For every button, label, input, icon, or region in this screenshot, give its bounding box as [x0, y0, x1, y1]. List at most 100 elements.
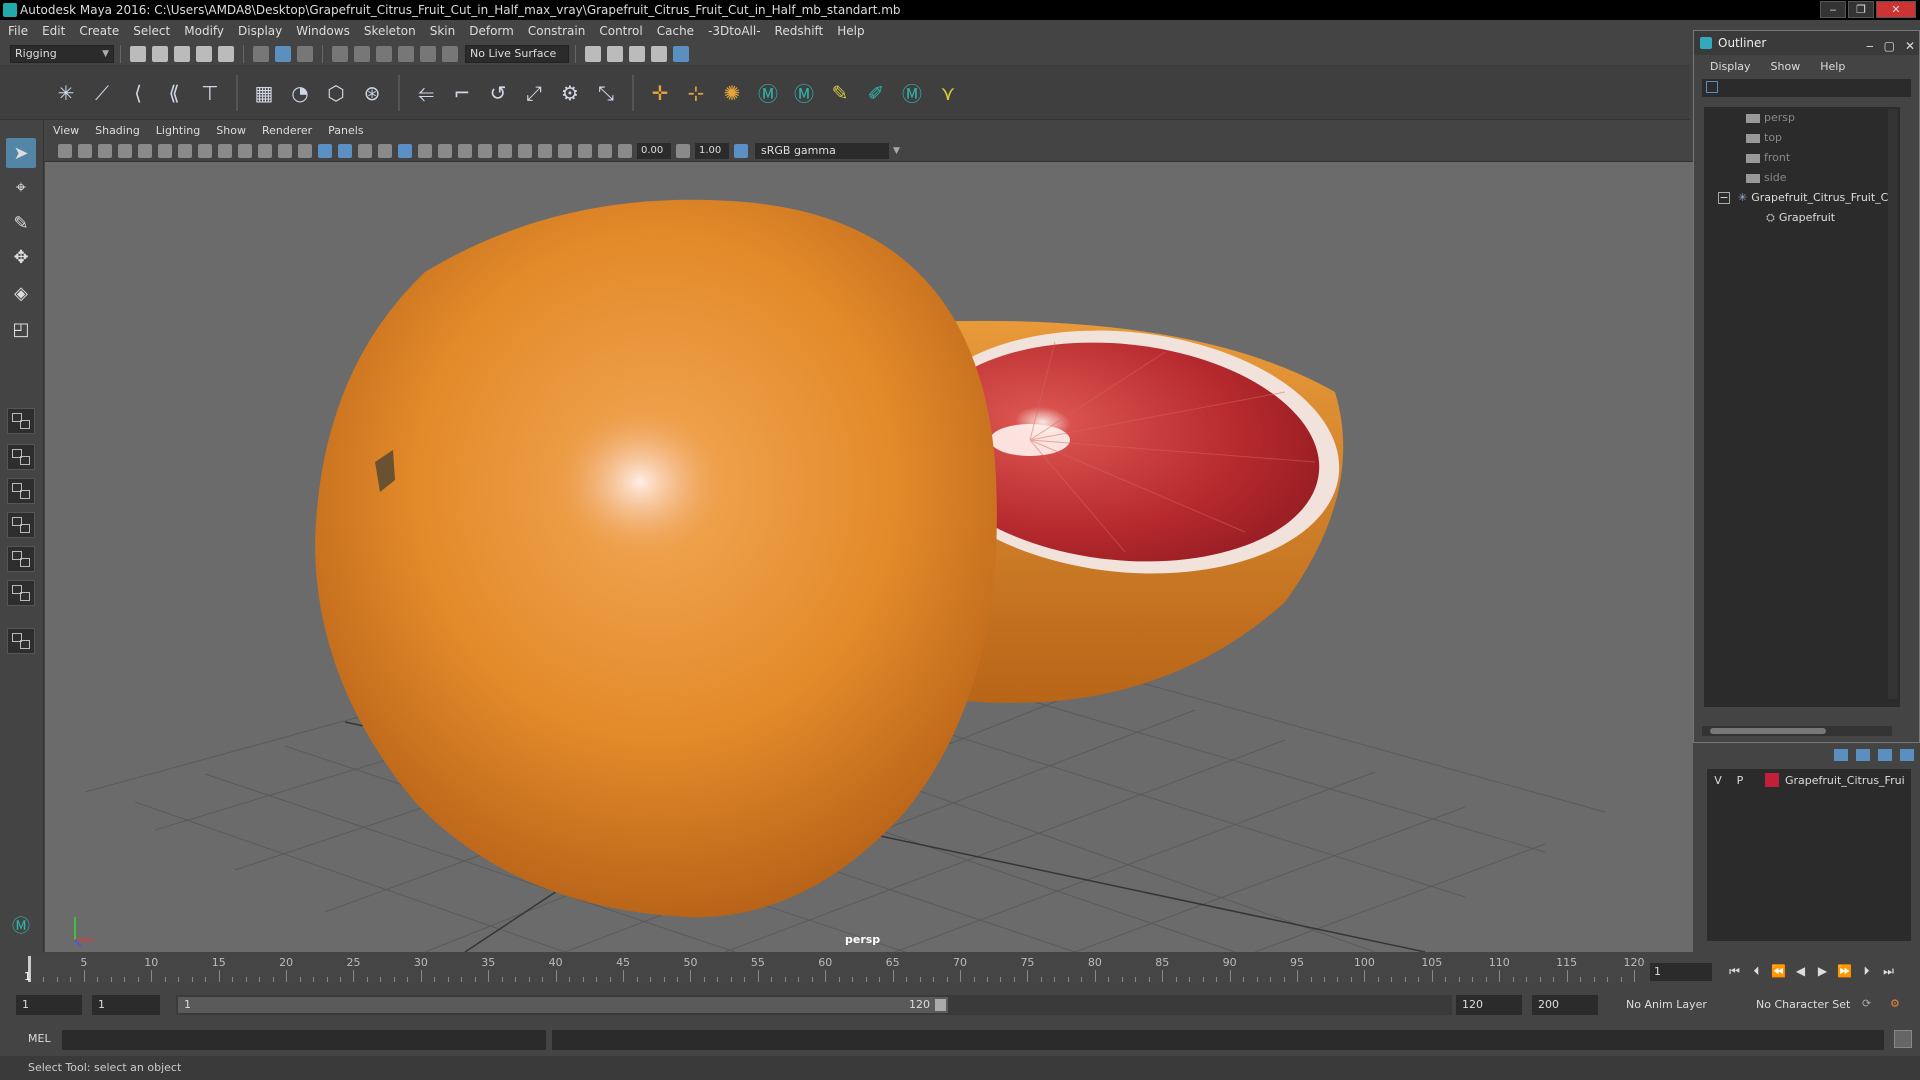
- outliner-vertical-scrollbar[interactable]: [1888, 109, 1898, 699]
- outliner-search-field[interactable]: [1702, 79, 1911, 97]
- field-chart-icon[interactable]: [258, 143, 272, 158]
- snap-curve-icon[interactable]: [354, 45, 370, 62]
- live-surface-field[interactable]: No Live Surface: [465, 44, 569, 63]
- move-layer-down-icon[interactable]: [1856, 749, 1870, 761]
- film-gate-icon[interactable]: [198, 143, 212, 158]
- character-controls-icon[interactable]: Ⓜ: [790, 79, 818, 107]
- hypershade-layout-icon[interactable]: [7, 580, 35, 606]
- panel-menu-show[interactable]: Show: [216, 124, 246, 137]
- go-to-start-icon[interactable]: ⏮: [1726, 963, 1743, 980]
- select-object-icon[interactable]: [275, 45, 291, 62]
- layer-name[interactable]: Grapefruit_Citrus_Frui: [1785, 774, 1905, 787]
- panel-menu-lighting[interactable]: Lighting: [156, 124, 200, 137]
- depth-of-field-icon[interactable]: [518, 143, 532, 158]
- rotate-tool-icon[interactable]: ◈: [6, 278, 36, 308]
- snap-surface-icon[interactable]: [420, 45, 436, 62]
- new-layer-icon[interactable]: [1878, 749, 1892, 761]
- insert-joint-icon[interactable]: ⟪: [160, 79, 188, 107]
- playback-start-field[interactable]: 1: [92, 995, 160, 1015]
- image-plane-icon[interactable]: [118, 143, 132, 158]
- wireframe-on-shaded-icon[interactable]: [378, 143, 392, 158]
- go-to-end-icon[interactable]: ⏭: [1880, 963, 1897, 980]
- xray-joints-icon[interactable]: [578, 143, 592, 158]
- persp-graph-layout-icon[interactable]: [7, 546, 35, 572]
- aim-constraint-icon[interactable]: ↺: [484, 79, 512, 107]
- menu-control[interactable]: Control: [599, 24, 642, 38]
- step-forward-frame-icon[interactable]: ⏵: [1858, 963, 1875, 980]
- render-view-icon[interactable]: [673, 45, 689, 62]
- panel-menu-view[interactable]: View: [53, 124, 79, 137]
- time-slider[interactable]: 5 10 15 20 25 30 35 40 45 50 55 60 65 70 75 80 85 90 95 100…: [0, 952, 1920, 986]
- point-constraint-icon[interactable]: ⌐: [448, 79, 476, 107]
- collapse-toggle[interactable]: −: [1718, 192, 1730, 204]
- redo-icon[interactable]: [218, 45, 234, 62]
- menu-modify[interactable]: Modify: [184, 24, 224, 38]
- panel-menu-panels[interactable]: Panels: [328, 124, 363, 137]
- xray-icon[interactable]: [558, 143, 572, 158]
- exposure-field[interactable]: 0.00: [637, 142, 671, 159]
- menu-redshift[interactable]: Redshift: [775, 24, 824, 38]
- auto-key-icon[interactable]: ⟳: [1862, 997, 1871, 1010]
- snap-point-icon[interactable]: [376, 45, 392, 62]
- outliner-item-grapefruit[interactable]: ⛭ Grapefruit: [1766, 209, 1835, 227]
- grid-toggle-icon[interactable]: [178, 143, 192, 158]
- outliner-menu-display[interactable]: Display: [1710, 60, 1751, 73]
- animation-end-field[interactable]: 200: [1532, 995, 1598, 1015]
- menu-3dtoall[interactable]: -3DtoAll-: [708, 24, 760, 38]
- maya-home-icon[interactable]: Ⓜ: [6, 910, 36, 940]
- menu-create[interactable]: Create: [79, 24, 119, 38]
- textured-icon[interactable]: [398, 143, 412, 158]
- scale-constraint-icon[interactable]: ⚙: [556, 79, 584, 107]
- outliner-menu-show[interactable]: Show: [1771, 60, 1801, 73]
- mudbox-icon[interactable]: Ⓜ: [898, 79, 926, 107]
- range-slider[interactable]: 1 120: [176, 995, 1452, 1015]
- exposure-icon[interactable]: [618, 143, 632, 158]
- hypershade-icon[interactable]: [651, 45, 667, 62]
- range-handle[interactable]: [935, 999, 946, 1011]
- ik-handle-icon[interactable]: ⟋: [88, 79, 116, 107]
- ipr-render-icon[interactable]: [607, 45, 623, 62]
- isolate-select-icon[interactable]: [538, 143, 552, 158]
- step-back-key-icon[interactable]: ⏪: [1770, 963, 1787, 980]
- menu-select[interactable]: Select: [133, 24, 170, 38]
- command-input[interactable]: [62, 1030, 546, 1050]
- layer-playback-toggle[interactable]: P: [1729, 774, 1751, 787]
- human-ik-icon[interactable]: Ⓜ: [754, 79, 782, 107]
- animation-start-field[interactable]: 1: [16, 995, 82, 1015]
- move-layer-up-icon[interactable]: [1834, 749, 1848, 761]
- gamma-field[interactable]: 1.00: [695, 142, 729, 159]
- outliner-item-side[interactable]: side: [1746, 169, 1787, 187]
- snap-pivot-icon[interactable]: [442, 45, 458, 62]
- outliner-close-button[interactable]: ✕: [1905, 34, 1915, 58]
- outliner-menu-help[interactable]: Help: [1820, 60, 1845, 73]
- menu-constrain[interactable]: Constrain: [528, 24, 586, 38]
- menu-file[interactable]: File: [8, 24, 28, 38]
- resolution-gate-icon[interactable]: [218, 143, 232, 158]
- move-tool-icon[interactable]: ✥: [6, 242, 36, 272]
- menu-deform[interactable]: Deform: [469, 24, 514, 38]
- menu-cache[interactable]: Cache: [657, 24, 694, 38]
- four-pane-layout-icon[interactable]: [7, 444, 35, 470]
- close-button[interactable]: ✕: [1876, 1, 1916, 18]
- current-frame-field[interactable]: 1: [1650, 963, 1712, 981]
- xray-components-icon[interactable]: [598, 143, 612, 158]
- skin-weights-icon[interactable]: ✐: [862, 79, 890, 107]
- menu-skin[interactable]: Skin: [430, 24, 456, 38]
- play-backward-icon[interactable]: ◀: [1792, 963, 1809, 980]
- menu-set-dropdown[interactable]: Rigging ▼: [10, 44, 114, 63]
- joint-tool-icon[interactable]: ✳: [52, 79, 80, 107]
- outliner-item-front[interactable]: front: [1746, 149, 1790, 167]
- save-scene-icon[interactable]: [174, 45, 190, 62]
- sculpt-deformer-icon[interactable]: ⊛: [358, 79, 386, 107]
- restore-button[interactable]: ❐: [1848, 1, 1874, 18]
- undo-icon[interactable]: [196, 45, 212, 62]
- side-by-side-layout-icon[interactable]: [7, 478, 35, 504]
- lasso-tool-icon[interactable]: ⌖: [6, 172, 36, 202]
- locator-icon[interactable]: ✛: [646, 79, 674, 107]
- step-back-frame-icon[interactable]: ⏴: [1748, 963, 1765, 980]
- outliner-item-top[interactable]: top: [1746, 129, 1782, 147]
- smooth-shade-icon[interactable]: [338, 143, 352, 158]
- minimize-button[interactable]: ‒: [1820, 1, 1846, 18]
- gamma-icon[interactable]: [676, 143, 690, 158]
- use-default-material-icon[interactable]: [358, 143, 372, 158]
